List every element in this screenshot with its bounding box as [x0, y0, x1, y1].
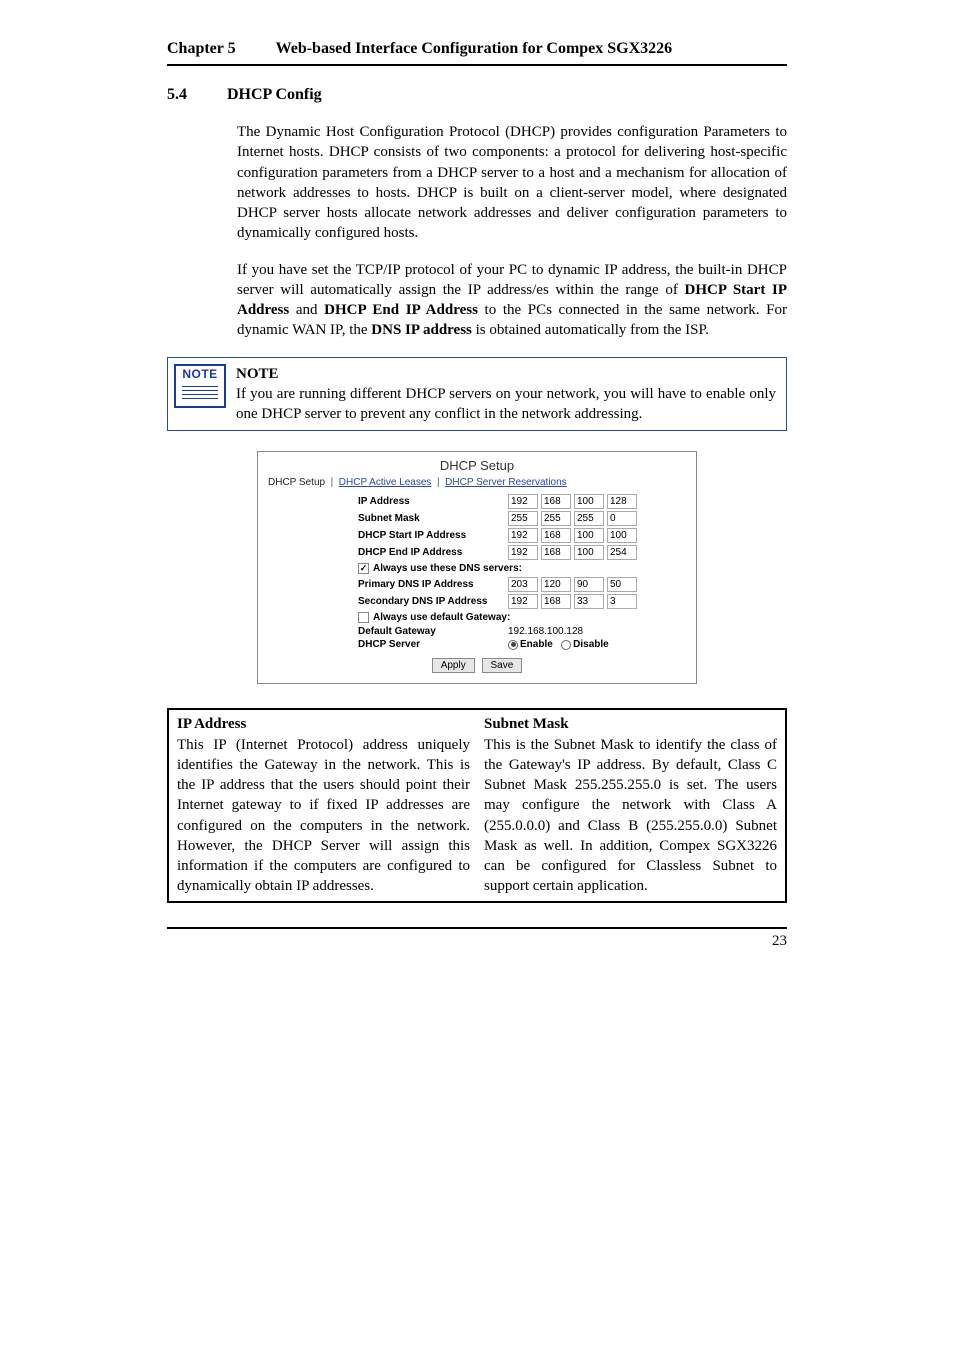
- note-text: NOTE If you are running different DHCP s…: [232, 358, 786, 431]
- row-end-ip: DHCP End IP Address 192 168 100 254: [268, 545, 686, 560]
- start-ip-oct2[interactable]: 168: [541, 528, 571, 543]
- section-number: 5.4: [167, 86, 187, 104]
- save-button[interactable]: Save: [482, 658, 523, 673]
- tab-dhcp-active-leases[interactable]: DHCP Active Leases: [339, 477, 432, 488]
- def-subnet-mask: Subnet Mask This is the Subnet Mask to i…: [484, 714, 777, 896]
- ip-address-oct4[interactable]: 128: [607, 494, 637, 509]
- pdns-oct3[interactable]: 90: [574, 577, 604, 592]
- sdns-oct2[interactable]: 168: [541, 594, 571, 609]
- note-body: If you are running different DHCP server…: [236, 386, 776, 422]
- end-ip-oct1[interactable]: 192: [508, 545, 538, 560]
- section-heading: 5.4 DHCP Config: [167, 86, 787, 104]
- section-title: DHCP Config: [227, 86, 322, 104]
- note-title: NOTE: [236, 366, 279, 382]
- dhcp-tabs: DHCP Setup | DHCP Active Leases | DHCP S…: [268, 477, 686, 488]
- label-end-ip: DHCP End IP Address: [358, 547, 508, 558]
- radio-enable-label: Enable: [520, 639, 553, 650]
- row-start-ip: DHCP Start IP Address 192 168 100 100: [268, 528, 686, 543]
- gw-checkbox[interactable]: [358, 612, 369, 623]
- sdns-oct1[interactable]: 192: [508, 594, 538, 609]
- default-gw-value: 192.168.100.128: [508, 626, 583, 637]
- ip-address-oct3[interactable]: 100: [574, 494, 604, 509]
- label-ip-address: IP Address: [358, 496, 508, 507]
- dns-check-label: Always use these DNS servers:: [373, 563, 522, 574]
- note-icon: NOTE: [174, 364, 226, 408]
- label-start-ip: DHCP Start IP Address: [358, 530, 508, 541]
- label-dhcp-server: DHCP Server: [358, 639, 508, 650]
- page-footer: 23: [167, 927, 787, 950]
- note-icon-cell: NOTE: [168, 358, 232, 431]
- ip-address-oct2[interactable]: 168: [541, 494, 571, 509]
- def-ip-text: This IP (Internet Protocol) address uniq…: [177, 737, 470, 895]
- tab-dhcp-setup[interactable]: DHCP Setup: [268, 477, 325, 488]
- subnet-oct3[interactable]: 255: [574, 511, 604, 526]
- radio-disable[interactable]: [561, 640, 571, 650]
- def-subnet-title: Subnet Mask: [484, 716, 569, 732]
- sdns-oct4[interactable]: 3: [607, 594, 637, 609]
- pdns-oct1[interactable]: 203: [508, 577, 538, 592]
- gw-check-label: Always use default Gateway:: [373, 612, 510, 623]
- p2g: is obtained automatically from the ISP.: [472, 322, 709, 338]
- label-secondary-dns: Secondary DNS IP Address: [358, 596, 508, 607]
- paragraph-2: If you have set the TCP/IP protocol of y…: [237, 260, 787, 341]
- dhcp-setup-panel: DHCP Setup DHCP Setup | DHCP Active Leas…: [257, 451, 697, 684]
- radio-disable-label: Disable: [573, 639, 609, 650]
- chapter-title: Web-based Interface Configuration for Co…: [276, 40, 673, 58]
- row-subnet-mask: Subnet Mask 255 255 255 0: [268, 511, 686, 526]
- chapter-number: Chapter 5: [167, 40, 236, 58]
- end-ip-oct3[interactable]: 100: [574, 545, 604, 560]
- def-ip-title: IP Address: [177, 716, 246, 732]
- label-subnet-mask: Subnet Mask: [358, 513, 508, 524]
- row-ip-address: IP Address 192 168 100 128: [268, 494, 686, 509]
- start-ip-oct3[interactable]: 100: [574, 528, 604, 543]
- def-ip-address: IP Address This IP (Internet Protocol) a…: [177, 714, 470, 896]
- p2f: DNS IP address: [371, 322, 472, 338]
- label-default-gw: Default Gateway: [358, 626, 508, 637]
- sdns-oct3[interactable]: 33: [574, 594, 604, 609]
- row-dns-check: ✓ Always use these DNS servers:: [268, 563, 686, 574]
- subnet-oct1[interactable]: 255: [508, 511, 538, 526]
- dns-checkbox[interactable]: ✓: [358, 563, 369, 574]
- page-number: 23: [772, 933, 787, 949]
- row-primary-dns: Primary DNS IP Address 203 120 90 50: [268, 577, 686, 592]
- ip-address-oct1[interactable]: 192: [508, 494, 538, 509]
- start-ip-oct4[interactable]: 100: [607, 528, 637, 543]
- paragraph-1: The Dynamic Host Configuration Protocol …: [237, 122, 787, 244]
- subnet-oct2[interactable]: 255: [541, 511, 571, 526]
- dhcp-panel-title: DHCP Setup: [268, 458, 686, 473]
- note-icon-lines: [176, 381, 224, 406]
- row-default-gw: Default Gateway 192.168.100.128: [268, 626, 686, 637]
- pdns-oct4[interactable]: 50: [607, 577, 637, 592]
- tab-dhcp-server-reservations[interactable]: DHCP Server Reservations: [445, 477, 567, 488]
- p2d: DHCP End IP Address: [324, 302, 478, 318]
- page-header: Chapter 5 Web-based Interface Configurat…: [167, 40, 787, 66]
- label-primary-dns: Primary DNS IP Address: [358, 579, 508, 590]
- dhcp-buttons: Apply Save: [268, 658, 686, 673]
- apply-button[interactable]: Apply: [432, 658, 475, 673]
- row-gw-check: Always use default Gateway:: [268, 612, 686, 623]
- note-icon-label: NOTE: [176, 366, 224, 381]
- def-subnet-text: This is the Subnet Mask to identify the …: [484, 737, 777, 895]
- row-secondary-dns: Secondary DNS IP Address 192 168 33 3: [268, 594, 686, 609]
- p2c: and: [289, 302, 324, 318]
- end-ip-oct2[interactable]: 168: [541, 545, 571, 560]
- pdns-oct2[interactable]: 120: [541, 577, 571, 592]
- end-ip-oct4[interactable]: 254: [607, 545, 637, 560]
- start-ip-oct1[interactable]: 192: [508, 528, 538, 543]
- row-dhcp-server: DHCP Server Enable Disable: [268, 639, 686, 650]
- definitions-table: IP Address This IP (Internet Protocol) a…: [167, 708, 787, 902]
- subnet-oct4[interactable]: 0: [607, 511, 637, 526]
- note-block: NOTE NOTE If you are running different D…: [167, 357, 787, 432]
- radio-enable[interactable]: [508, 640, 518, 650]
